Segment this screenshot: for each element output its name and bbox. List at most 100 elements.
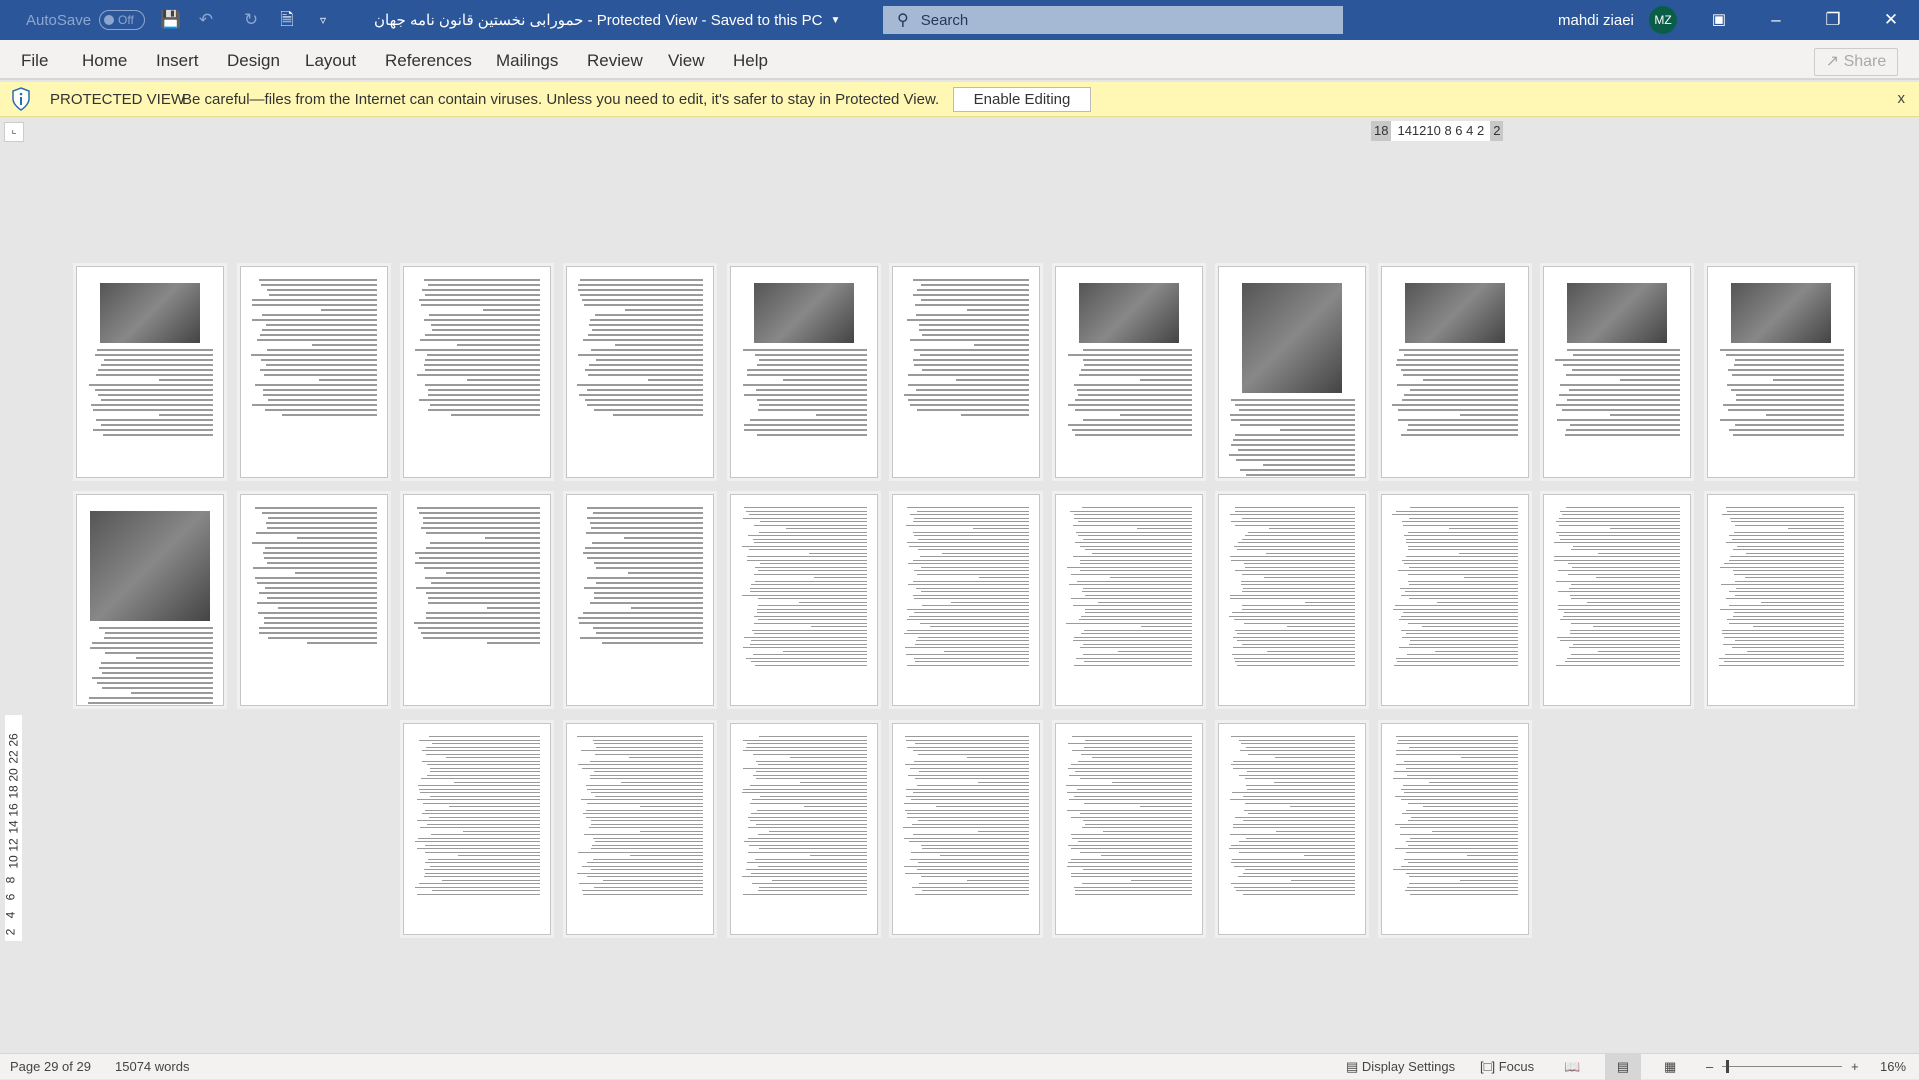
text-line	[1235, 404, 1355, 406]
text-line	[1726, 507, 1844, 508]
text-line	[417, 848, 540, 849]
page-thumbnail[interactable]	[892, 266, 1040, 478]
text-line	[417, 627, 540, 629]
document-title[interactable]: حمورابی نخستین قانون نامه جهان - Protect…	[374, 0, 840, 40]
zoom-in-button[interactable]: +	[1851, 1059, 1859, 1074]
tab-mailings[interactable]: Mailings	[496, 51, 558, 71]
text-line	[1745, 552, 1844, 554]
tab-file[interactable]: File	[21, 51, 48, 71]
word-count[interactable]: 15074 words	[115, 1059, 189, 1074]
text-line	[911, 851, 1029, 853]
page-thumbnail[interactable]	[730, 723, 878, 935]
tab-help[interactable]: Help	[733, 51, 768, 71]
close-bar-icon[interactable]: x	[1898, 90, 1906, 107]
focus-button[interactable]: [□] Focus	[1480, 1059, 1534, 1074]
text-line	[1773, 379, 1844, 381]
page-thumbnail[interactable]	[1218, 494, 1366, 706]
tab-references[interactable]: References	[385, 51, 472, 71]
tab-view[interactable]: View	[668, 51, 705, 71]
text-line	[588, 334, 703, 336]
tab-selector[interactable]: ⌞	[4, 122, 24, 142]
page-thumbnail[interactable]	[403, 266, 551, 478]
print-layout-icon[interactable]: ▤	[1605, 1054, 1641, 1080]
share-button[interactable]: ↗ Share	[1814, 48, 1898, 76]
page-thumbnail[interactable]	[1218, 723, 1366, 935]
new-document-icon[interactable]: 🗎	[277, 10, 297, 30]
page-thumbnail[interactable]	[892, 494, 1040, 706]
horizontal-ruler[interactable]: 18 141210 8 6 4 2 2	[1371, 121, 1504, 141]
page-thumbnail[interactable]	[1707, 266, 1855, 478]
text-line	[1722, 629, 1844, 631]
autosave-toggle[interactable]: AutoSave Off	[26, 0, 146, 40]
page-thumbnail[interactable]	[76, 266, 224, 478]
read-mode-icon[interactable]: 📖	[1564, 1059, 1580, 1075]
zoom-level[interactable]: 16%	[1880, 1059, 1906, 1074]
search-input[interactable]: ⚲ Search	[883, 6, 1343, 34]
text-line	[1398, 349, 1518, 351]
tab-insert[interactable]: Insert	[156, 51, 199, 71]
text-line	[1407, 820, 1518, 821]
zoom-slider-thumb[interactable]	[1726, 1060, 1729, 1073]
page-thumbnail[interactable]	[1055, 266, 1203, 478]
page-thumbnail[interactable]	[1218, 266, 1366, 478]
page-thumbnail[interactable]	[730, 494, 878, 706]
text-line	[743, 507, 867, 508]
page-thumbnail[interactable]	[566, 494, 714, 706]
page-thumbnail[interactable]	[1055, 723, 1203, 935]
page-thumbnail[interactable]	[892, 723, 1040, 935]
close-icon[interactable]: ✕	[1868, 0, 1914, 40]
page-thumbnail[interactable]	[403, 723, 551, 935]
page-thumbnail[interactable]	[1055, 494, 1203, 706]
text-line	[748, 851, 867, 853]
page-thumbnail[interactable]	[1381, 494, 1529, 706]
text-line	[1082, 883, 1192, 884]
page-thumbnail[interactable]	[566, 723, 714, 935]
page-thumbnail[interactable]	[1381, 723, 1529, 935]
text-line	[920, 284, 1029, 286]
page-thumbnail[interactable]	[76, 494, 224, 706]
page-thumbnail[interactable]	[566, 266, 714, 478]
page-thumbnail[interactable]	[1543, 266, 1691, 478]
zoom-slider[interactable]	[1722, 1060, 1842, 1073]
web-layout-icon[interactable]: ▦	[1664, 1059, 1676, 1075]
page-thumbnail[interactable]	[240, 494, 388, 706]
tab-design[interactable]: Design	[227, 51, 280, 71]
text-line	[578, 289, 703, 291]
page-thumbnail[interactable]	[240, 266, 388, 478]
save-icon[interactable]: 💾	[160, 10, 181, 30]
text-line	[1405, 556, 1518, 557]
restore-icon[interactable]: ❐	[1810, 0, 1856, 40]
autosave-switch[interactable]: Off	[99, 10, 146, 30]
display-settings-button[interactable]: ▤ Display Settings	[1346, 1059, 1455, 1075]
ribbon-display-icon[interactable]: ▣	[1696, 0, 1742, 40]
text-line	[446, 572, 540, 574]
page-count[interactable]: Page 29 of 29	[10, 1059, 91, 1074]
text-line	[1243, 795, 1355, 797]
avatar[interactable]: MZ	[1649, 6, 1677, 34]
tab-review[interactable]: Review	[587, 51, 643, 71]
text-line	[921, 334, 1029, 336]
redo-icon[interactable]: ↻	[241, 10, 261, 30]
vertical-ruler[interactable]: 2 4 6 8 10 12 14 16 18 20 22 26	[3, 715, 22, 941]
enable-editing-button[interactable]: Enable Editing	[953, 87, 1091, 112]
page-thumbnail[interactable]	[1543, 494, 1691, 706]
text-line	[1407, 429, 1518, 431]
page-thumbnail[interactable]	[1381, 266, 1529, 478]
text-line	[1067, 424, 1192, 426]
tab-layout[interactable]: Layout	[305, 51, 356, 71]
text-line	[251, 319, 377, 321]
page-thumbnail[interactable]	[1707, 494, 1855, 706]
page-thumbnail[interactable]	[403, 494, 551, 706]
page-thumbnail[interactable]	[730, 266, 878, 478]
zoom-out-button[interactable]: –	[1706, 1059, 1713, 1074]
text-line	[1083, 359, 1192, 361]
undo-icon[interactable]: ↶	[196, 10, 216, 30]
user-name[interactable]: mahdi ziaei	[1558, 0, 1634, 40]
text-line	[753, 654, 867, 655]
text-line	[595, 359, 703, 361]
text-line	[1245, 837, 1355, 839]
minimize-icon[interactable]: –	[1753, 0, 1799, 40]
text-line	[754, 524, 867, 526]
tab-home[interactable]: Home	[82, 51, 127, 71]
customize-toolbar-icon[interactable]: ▿	[313, 10, 333, 30]
